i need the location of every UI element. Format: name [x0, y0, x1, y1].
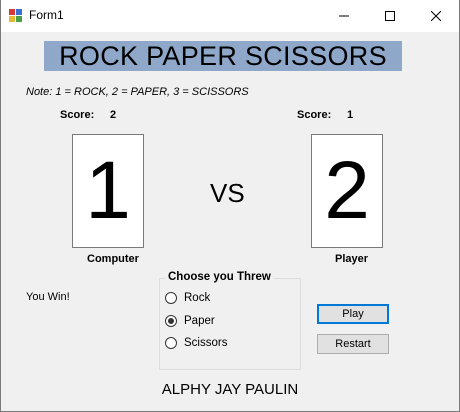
winforms-app-icon [9, 9, 23, 22]
computer-score-value: 2 [110, 109, 117, 121]
game-title-banner: ROCK PAPER SCISSORS [44, 41, 402, 71]
legend-note: Note: 1 = ROCK, 2 = PAPER, 3 = SCISSORS [26, 86, 249, 98]
radio-scissors[interactable]: Scissors [165, 335, 227, 351]
vs-label: VS [210, 178, 245, 208]
radio-label-paper[interactable]: Paper [184, 315, 215, 327]
choice-group-title: Choose you Threw [165, 271, 274, 283]
player-caption: Player [335, 253, 369, 265]
close-button[interactable] [413, 0, 459, 32]
radio-button[interactable] [165, 292, 177, 304]
form-client-area: ROCK PAPER SCISSORS Note: 1 = ROCK, 2 = … [1, 32, 459, 411]
player-score-label: Score: [297, 109, 332, 121]
radio-paper[interactable]: Paper [165, 313, 215, 329]
close-icon [431, 11, 441, 21]
radio-label-scissors[interactable]: Scissors [184, 337, 227, 349]
title-bar[interactable]: Form1 [1, 0, 459, 32]
computer-choice-display: 1 [72, 134, 144, 248]
author-footer: ALPHY JAY PAULIN [161, 381, 299, 398]
restart-button[interactable]: Restart [317, 334, 389, 354]
computer-caption: Computer [87, 253, 139, 265]
player-choice-display: 2 [311, 134, 383, 248]
radio-button[interactable] [165, 337, 177, 349]
minimize-button[interactable] [321, 0, 367, 32]
radio-button-checked[interactable] [165, 315, 177, 327]
app-window: Form1 ROCK PAPER SCISSORS Note: 1 = ROCK… [0, 0, 460, 412]
maximize-icon [385, 11, 395, 21]
radio-label-rock[interactable]: Rock [184, 292, 210, 304]
radio-rock[interactable]: Rock [165, 290, 210, 306]
play-button[interactable]: Play [317, 304, 389, 324]
result-message: You Win! [26, 291, 70, 303]
computer-score-label: Score: [60, 109, 95, 121]
player-score-value: 1 [347, 109, 354, 121]
window-title: Form1 [29, 8, 64, 22]
minimize-icon [339, 15, 349, 17]
maximize-button[interactable] [367, 0, 413, 32]
